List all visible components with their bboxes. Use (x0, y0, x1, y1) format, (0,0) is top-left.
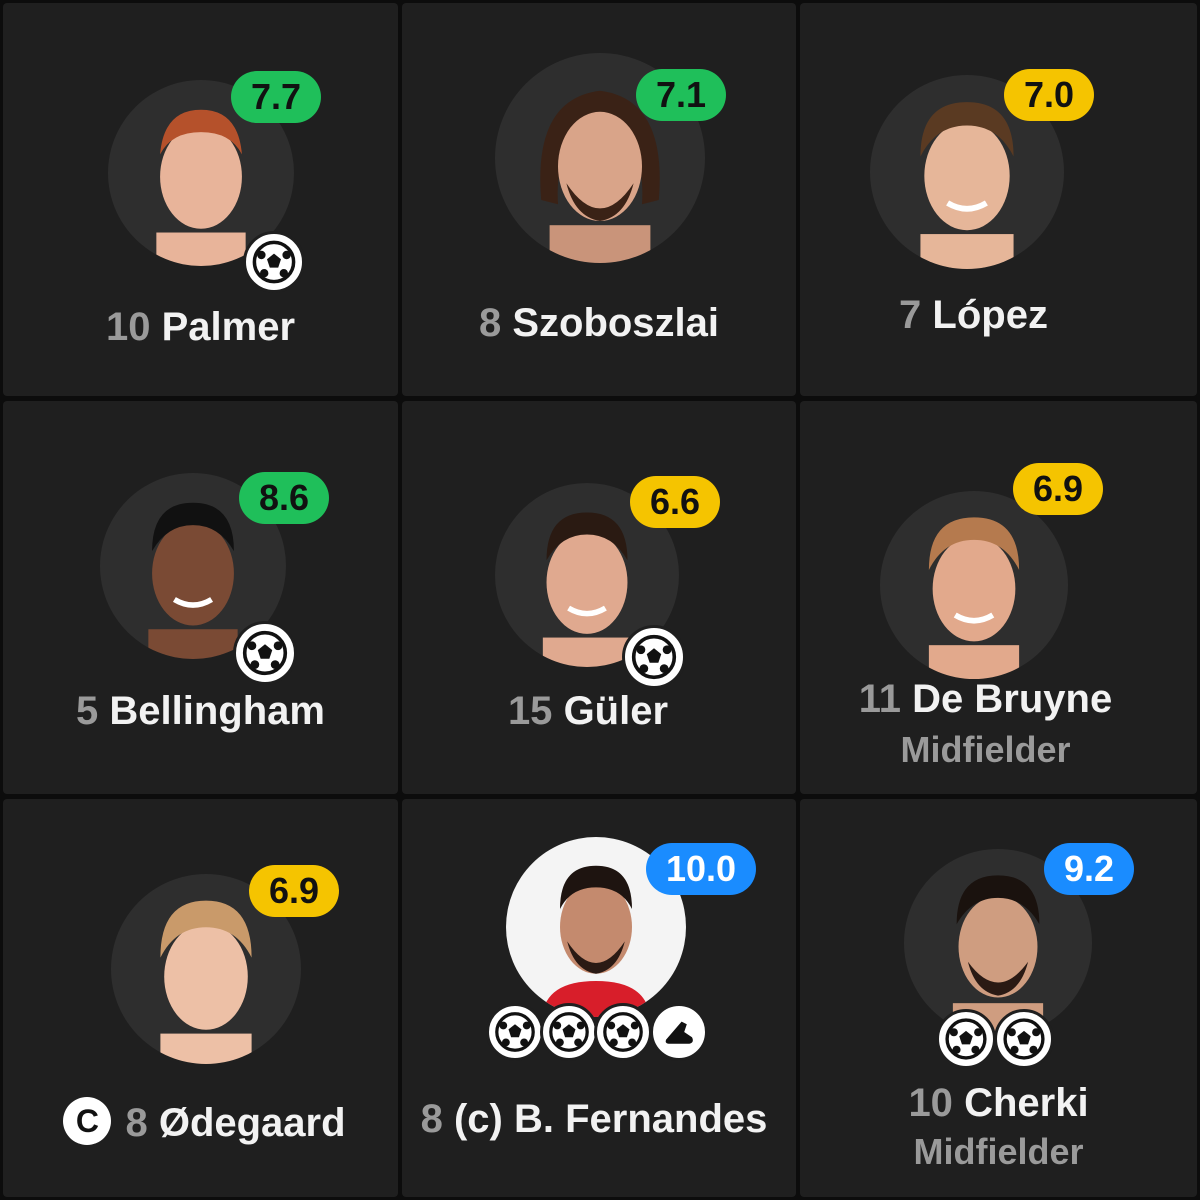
ball-icon (486, 1003, 544, 1061)
rating-badge: 6.6 (630, 476, 721, 528)
player-number: 7 (899, 293, 922, 337)
player-number: 10 (908, 1081, 953, 1125)
player-card[interactable]: 9.2 10 Cherki Midfielder (800, 799, 1197, 1197)
rating-badge: 7.7 (231, 71, 322, 123)
boot-icon (650, 1003, 708, 1061)
player-name: Güler (563, 689, 669, 733)
rating-badge: 8.6 (239, 472, 330, 524)
player-name-line: 8 (c) B. Fernandes (392, 1097, 796, 1142)
rating-badge: 10.0 (646, 843, 757, 895)
player-avatar (880, 491, 1068, 679)
player-card[interactable]: 7.1 8 Szoboszlai (402, 3, 796, 396)
player-name: Ødegaard (158, 1101, 346, 1145)
player-card[interactable]: 6.9 11 De Bruyne Midfielder (800, 401, 1197, 794)
rating-badge: 7.1 (636, 69, 727, 121)
player-ratings-grid: 7.7 10 Palmer 7.1 8 Szoboszlai 7.0 7 Lóp… (0, 0, 1200, 1200)
player-number: 8 (478, 301, 502, 345)
ball-icon (233, 621, 297, 685)
ball-icon (540, 1003, 598, 1061)
ball-icon (243, 231, 305, 293)
rating-badge: 6.9 (249, 865, 340, 917)
player-name-line: 11 De Bruyne (774, 677, 1197, 722)
player-name-line: 7 López (750, 293, 1197, 338)
player-name: Szoboszlai (512, 301, 720, 345)
player-number: 5 (76, 689, 99, 733)
player-name-line: 8 Szoboszlai (402, 301, 796, 346)
player-card[interactable]: 10.0 8 (c) B. Fernandes (402, 799, 796, 1197)
rating-badge: 7.0 (1004, 69, 1095, 121)
player-position: Midfielder (913, 1131, 1084, 1172)
player-card[interactable]: 7.0 7 López (800, 3, 1197, 396)
player-name-line: C8 Ødegaard (11, 1097, 398, 1149)
player-number: 8 (125, 1101, 148, 1145)
ball-icon (594, 1003, 652, 1061)
player-name: López (932, 293, 1048, 337)
player-name: Bellingham (109, 689, 325, 733)
player-number: 8 (420, 1097, 443, 1141)
player-number: 10 (105, 305, 151, 349)
player-position: Midfielder (900, 729, 1071, 770)
player-card[interactable]: 6.9 C8 Ødegaard (3, 799, 398, 1197)
player-name: Cherki (964, 1081, 1089, 1125)
player-card[interactable]: 6.6 15 Güler (402, 401, 796, 794)
player-name-line: 10 Palmer (3, 305, 398, 350)
player-card[interactable]: 8.6 5 Bellingham (3, 401, 398, 794)
player-name: Palmer (161, 305, 296, 349)
player-card[interactable]: 7.7 10 Palmer (3, 3, 398, 396)
player-name: (c) B. Fernandes (453, 1097, 768, 1141)
player-number: 11 (858, 677, 902, 721)
player-name-line: 5 Bellingham (3, 689, 398, 734)
ball-icon (622, 625, 686, 689)
captain-icon: C (63, 1097, 112, 1146)
player-name: De Bruyne (912, 677, 1113, 721)
player-name-line: 10 Cherki (800, 1081, 1197, 1126)
ball-icon (994, 1009, 1054, 1069)
player-name-line: 15 Güler (380, 689, 796, 734)
player-number: 15 (507, 689, 553, 733)
rating-badge: 6.9 (1013, 463, 1104, 515)
ball-icon (936, 1009, 996, 1069)
rating-badge: 9.2 (1044, 843, 1135, 895)
